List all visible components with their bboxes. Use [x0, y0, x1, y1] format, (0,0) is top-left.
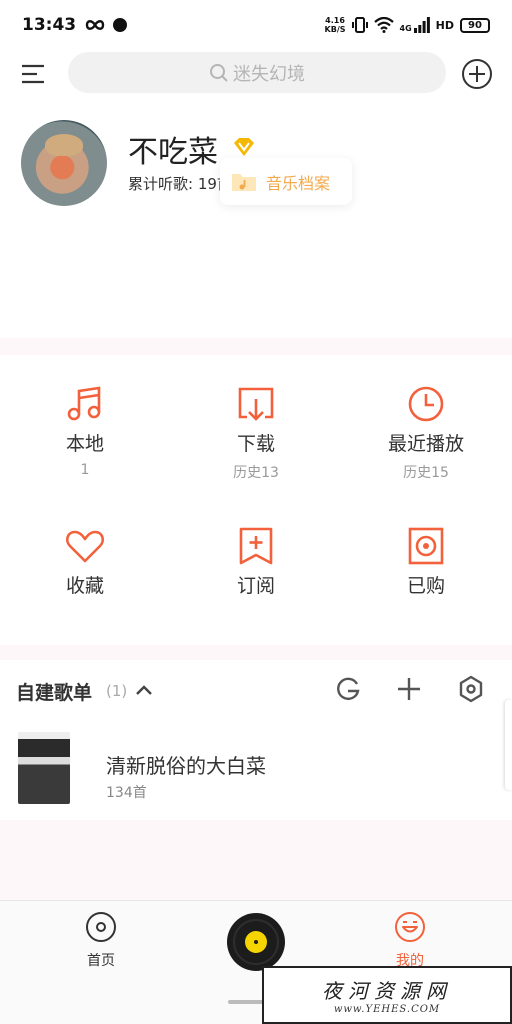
playlist-name: 清新脱俗的大白菜 [106, 754, 266, 778]
playlist-item[interactable]: 清新脱俗的大白菜 134首 [0, 732, 512, 808]
net-speed-value: 4.16 [325, 16, 345, 25]
grid-label-subscribe: 订阅 [236, 575, 275, 597]
grid-item-subscribe[interactable]: 订阅 [176, 525, 336, 598]
music-note-icon [67, 386, 101, 421]
vip-badge-icon[interactable] [232, 136, 256, 158]
now-playing-disc-icon[interactable] [226, 912, 286, 972]
hd-label: HD [435, 18, 454, 32]
wifi-icon [373, 17, 394, 33]
import-playlist-icon[interactable] [333, 674, 363, 704]
folder-music-icon [232, 173, 256, 191]
playlist-settings-icon[interactable] [456, 674, 486, 704]
feature-grid: 本地 1 下载 历史13 最近播放 历史15 收藏 订阅 已购 [0, 355, 512, 645]
heart-icon [65, 530, 105, 563]
grid-label-purchased: 已购 [406, 575, 445, 597]
nav-home[interactable]: 首页 [80, 910, 122, 970]
grid-sub-recent: 历史15 [403, 465, 449, 481]
bookmark-plus-icon [239, 527, 273, 565]
side-scroll-handle[interactable] [505, 700, 512, 790]
clock-icon [408, 386, 444, 422]
grid-item-download[interactable]: 下载 历史13 [176, 383, 336, 482]
watermark-title: 夜河资源网 [322, 979, 452, 1003]
top-bar: 迷失幻境 [0, 50, 512, 98]
infinity-icon [85, 20, 105, 30]
grid-label-favorites: 收藏 [65, 575, 104, 597]
smile-face-icon [395, 912, 425, 942]
signal-bars-icon [413, 17, 430, 33]
music-archive-label: 音乐档案 [266, 173, 331, 193]
status-time: 13:43 [22, 15, 77, 35]
grid-label-local: 本地 [65, 433, 104, 455]
grid-item-favorites[interactable]: 收藏 [5, 525, 165, 598]
search-icon [210, 63, 228, 82]
listen-stats: 累计听歌: 19首 [128, 175, 232, 193]
status-left-icons [84, 17, 128, 33]
notification-dot-icon [113, 18, 128, 32]
watermark: 夜河资源网 www.YEHES.COM [262, 966, 512, 1024]
grid-sub-download: 历史13 [233, 465, 279, 481]
signal-label: 4G [399, 24, 412, 33]
add-circle-icon[interactable] [461, 58, 493, 90]
search-placeholder: 迷失幻境 [233, 63, 305, 85]
username[interactable]: 不吃菜 [128, 127, 218, 171]
playlist-track-count: 134首 [106, 785, 147, 801]
music-archive-button[interactable]: 音乐档案 [220, 158, 352, 205]
nav-home-label: 首页 [87, 953, 115, 969]
signal-icon: 4G [400, 17, 430, 33]
add-playlist-icon[interactable] [394, 674, 424, 704]
watermark-url: www.YEHES.COM [333, 1004, 441, 1015]
home-disc-icon [86, 912, 116, 942]
vibrate-icon [351, 17, 368, 33]
search-input[interactable]: 迷失幻境 [68, 52, 446, 93]
download-icon [238, 387, 274, 421]
playlist-cover [18, 732, 70, 804]
grid-label-recent: 最近播放 [387, 433, 464, 455]
playlist-count: (1) [106, 682, 128, 700]
net-speed: 4.16 KB/S [325, 16, 346, 34]
status-right-icons: 4.16 KB/S 4G HD 90 [325, 16, 490, 34]
chevron-up-icon[interactable] [134, 680, 154, 700]
net-speed-unit: KB/S [324, 25, 346, 34]
playlist-section: 自建歌单 (1) 清新脱俗的大白菜 134首 [0, 660, 512, 820]
menu-icon[interactable] [20, 60, 48, 88]
playlist-section-title: 自建歌单 [16, 682, 93, 704]
battery-indicator: 90 [460, 17, 490, 33]
grid-sub-local: 1 [80, 462, 90, 478]
grid-item-purchased[interactable]: 已购 [346, 525, 506, 598]
grid-item-recent[interactable]: 最近播放 历史15 [346, 383, 506, 482]
avatar[interactable] [21, 120, 107, 206]
purchased-disc-icon [408, 527, 444, 565]
status-bar: 13:43 4.16 KB/S 4G HD 90 [0, 0, 512, 50]
grid-label-download: 下载 [236, 433, 275, 455]
nav-mine[interactable]: 我的 [389, 910, 431, 970]
grid-item-local[interactable]: 本地 1 [5, 383, 165, 478]
